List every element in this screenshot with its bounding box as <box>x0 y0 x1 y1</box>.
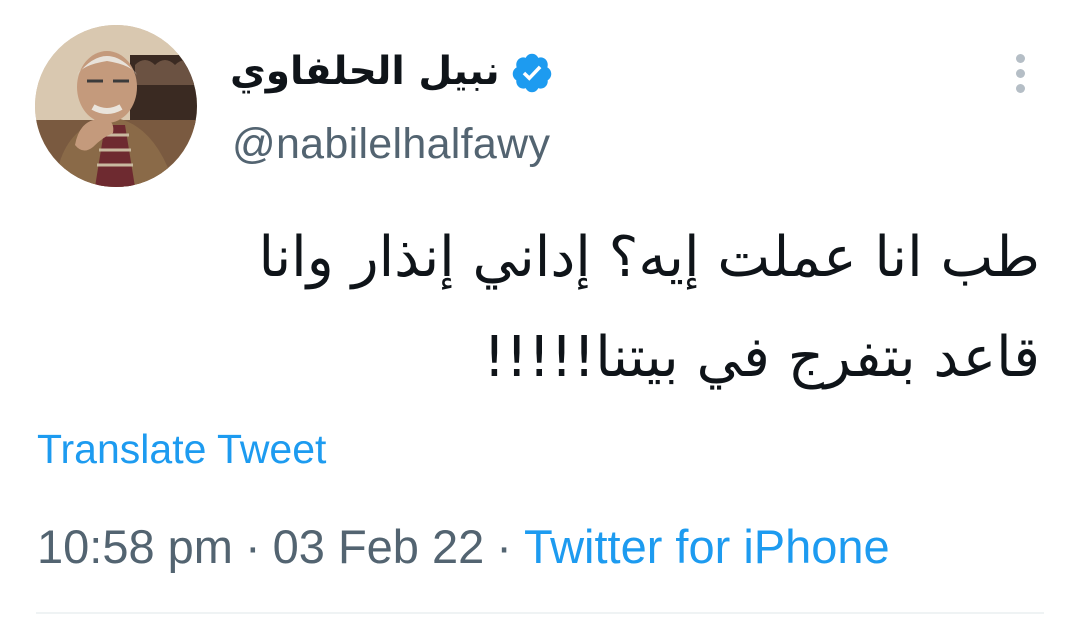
tweet-text: طب انا عملت إيه؟ إداني إنذار وانا قاعد ب… <box>60 208 1040 408</box>
avatar-photo <box>35 25 197 187</box>
more-vertical-icon <box>1016 54 1025 63</box>
tweet-time[interactable]: 10:58 pm <box>37 520 233 573</box>
tweet-date[interactable]: 03 Feb 22 <box>273 520 485 573</box>
tweet-text-line: قاعد بتفرج في بيتنا!!!!! <box>483 325 1040 390</box>
user-handle[interactable]: @nabilelhalfawy <box>232 118 550 170</box>
more-vertical-icon-dot <box>1016 69 1025 78</box>
display-name[interactable]: نبيل الحلفاوي <box>230 46 500 98</box>
verified-badge-icon <box>512 53 551 93</box>
divider <box>36 612 1044 614</box>
tweet-card: نبيل الحلفاوي @nabilelhalfawy طب انا عمل… <box>0 0 1080 617</box>
name-row: نبيل الحلفاوي <box>230 46 554 98</box>
translate-tweet-link[interactable]: Translate Tweet <box>37 424 326 474</box>
tweet-source-link[interactable]: Twitter for iPhone <box>524 520 890 573</box>
more-vertical-icon-dot <box>1016 84 1025 93</box>
separator-dot: · <box>244 520 261 573</box>
more-options-button[interactable] <box>1004 50 1038 96</box>
separator-dot: · <box>496 520 512 573</box>
tweet-text-line: طب انا عملت إيه؟ إداني إنذار وانا <box>258 225 1040 290</box>
avatar[interactable] <box>35 25 197 187</box>
tweet-metadata: 10:58 pm · 03 Feb 22 · Twitter for iPhone <box>37 518 890 576</box>
